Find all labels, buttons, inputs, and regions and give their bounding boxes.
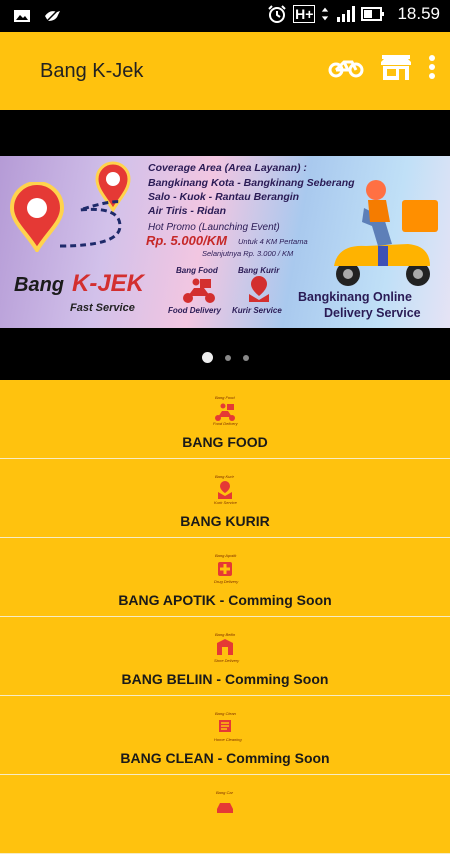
kurir-caption: Kurir Service <box>232 306 282 315</box>
store-icon[interactable] <box>380 52 412 82</box>
svg-text:Store Delivery: Store Delivery <box>214 658 240 663</box>
promo-note: Untuk 4 KM Pertama <box>238 237 308 246</box>
svg-text:Bang Food: Bang Food <box>215 395 235 400</box>
service-menu-list: Bang Food Food Delivery BANG FOOD Bang K… <box>0 380 450 854</box>
menu-item-bang-food[interactable]: Bang Food Food Delivery BANG FOOD <box>0 380 450 459</box>
menu-item-bang-apotik[interactable]: Bang Apotik Drug Delivery BANG APOTIK - … <box>0 538 450 617</box>
carousel-dot-1[interactable] <box>201 352 213 363</box>
status-bar: H+ 18.59 <box>0 0 450 32</box>
delivery-rider-illustration <box>334 180 438 286</box>
brand-name-left: Bang <box>14 274 64 296</box>
menu-label: BANG CLEAN - Comming Soon <box>120 750 330 766</box>
promo-title: Hot Promo (Launching Event) <box>148 222 280 233</box>
coverage-line-2: Salo - Kuok - Rantau Berangin <box>148 191 300 203</box>
bird-notification-icon <box>43 7 61 25</box>
app-bar: Bang K-Jek <box>0 32 450 110</box>
online-line-1: Bangkinang Online <box>298 290 412 304</box>
car-icon: Bang Car <box>216 790 234 813</box>
food-title: Bang Food <box>176 266 218 275</box>
food-caption: Food Delivery <box>168 306 221 315</box>
coverage-line-1: Bangkinang Kota - Bangkinang Seberang <box>148 177 355 189</box>
overflow-menu-icon[interactable] <box>428 54 436 80</box>
pharmacy-icon: Bang Apotik Drug Delivery <box>214 553 239 584</box>
svg-text:Bang Beliin: Bang Beliin <box>215 632 236 637</box>
menu-item-bang-beliin[interactable]: Bang Beliin Store Delivery BANG BELIIN -… <box>0 617 450 696</box>
menu-label: BANG FOOD <box>182 434 268 450</box>
carousel-dot-3[interactable] <box>242 354 249 361</box>
banner-carousel[interactable]: Coverage Area (Area Layanan) : Bangkinan… <box>0 110 450 380</box>
coverage-title: Coverage Area (Area Layanan) : <box>148 162 307 174</box>
shopping-icon: Bang Beliin Store Delivery <box>214 632 240 663</box>
carousel-dot-2[interactable] <box>224 354 231 361</box>
courier-icon <box>249 276 269 302</box>
svg-text:Bang Clean: Bang Clean <box>215 711 237 716</box>
signal-icon <box>337 6 356 22</box>
data-arrows-icon <box>322 7 329 21</box>
svg-text:Food Delivery: Food Delivery <box>213 421 239 426</box>
page-title: Bang K-Jek <box>40 60 144 82</box>
svg-text:Bang Car: Bang Car <box>216 790 234 795</box>
promo-banner[interactable]: Coverage Area (Area Layanan) : Bangkinan… <box>0 156 450 328</box>
alarm-icon <box>268 5 286 23</box>
svg-text:Bang Kurir: Bang Kurir <box>215 474 235 479</box>
menu-item-bang-clean[interactable]: Bang Clean Home Cleaning BANG CLEAN - Co… <box>0 696 450 775</box>
svg-text:Bang Apotik: Bang Apotik <box>215 553 237 558</box>
food-delivery-icon: Bang Food Food Delivery <box>213 395 239 426</box>
route-dashes <box>59 200 123 248</box>
menu-item-bang-car[interactable]: Bang Car <box>0 775 450 854</box>
courier-icon: Bang Kurir Kurir Service <box>214 474 238 505</box>
brand-tagline: Fast Service <box>70 302 135 314</box>
network-type-icon: H+ <box>293 5 316 23</box>
online-line-2: Delivery Service <box>324 306 421 320</box>
cleaning-icon: Bang Clean Home Cleaning <box>214 711 242 742</box>
menu-label: BANG KURIR <box>180 513 270 529</box>
menu-label: BANG APOTIK - Comming Soon <box>118 592 332 608</box>
svg-text:Drug Delivery: Drug Delivery <box>214 579 239 584</box>
battery-icon <box>361 7 385 21</box>
clock: 18.59 <box>397 4 440 23</box>
image-notification-icon <box>14 10 30 22</box>
coverage-line-3: Air Tiris - Ridan <box>148 205 226 217</box>
food-delivery-icon <box>183 278 215 303</box>
menu-item-bang-kurir[interactable]: Bang Kurir Kurir Service BANG KURIR <box>0 459 450 538</box>
motorbike-icon[interactable] <box>328 52 364 82</box>
svg-text:Home Cleaning: Home Cleaning <box>214 737 242 742</box>
promo-next: Selanjutnya Rp. 3.000 / KM <box>202 249 294 258</box>
menu-label: BANG BELIIN - Comming Soon <box>121 671 329 687</box>
promo-price: Rp. 5.000/KM <box>146 233 227 248</box>
brand-name-right: K-JEK <box>72 270 145 297</box>
svg-text:Kurir Service: Kurir Service <box>214 500 238 505</box>
carousel-indicator <box>0 352 450 363</box>
